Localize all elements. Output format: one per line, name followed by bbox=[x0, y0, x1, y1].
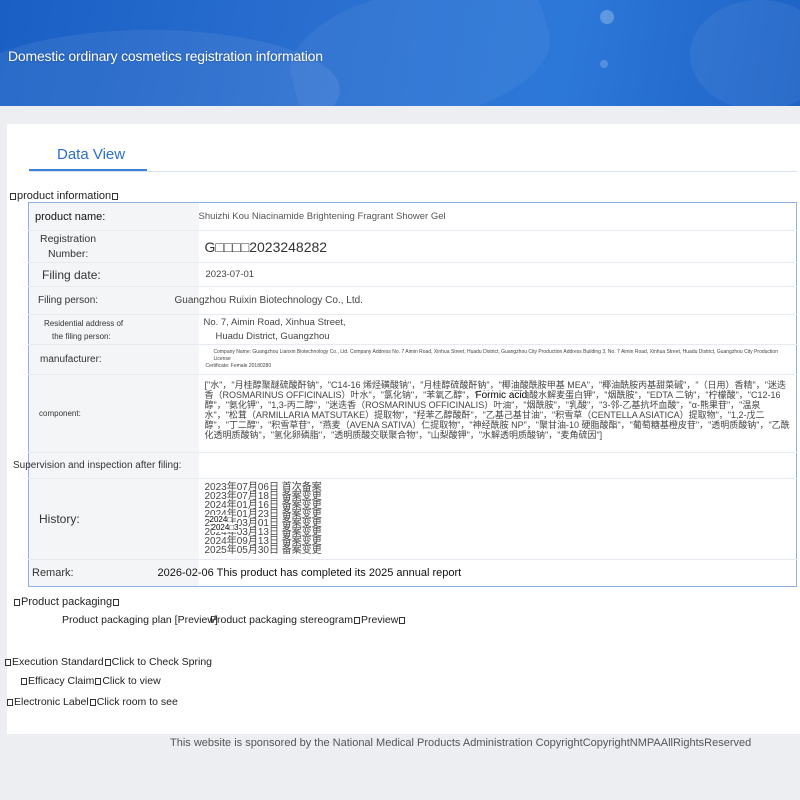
box-glyph-icon bbox=[113, 598, 120, 606]
value-remark: 2026-02-06 This product has completed it… bbox=[157, 567, 462, 579]
row-supervision: Supervision and inspection after filing: bbox=[13, 452, 797, 479]
section-label: Product packaging bbox=[21, 596, 113, 608]
execution-standard-row: Execution Standard Click to Check Spring bbox=[4, 656, 212, 668]
page-title: Domestic ordinary cosmetics registration… bbox=[8, 48, 323, 64]
box-glyph-icon bbox=[354, 616, 360, 624]
box-glyph-icon bbox=[10, 192, 16, 200]
box-glyph-icon bbox=[399, 616, 406, 624]
history-overlay-text: 2024□3 bbox=[211, 523, 239, 532]
stereogram-preview-link[interactable]: Preview bbox=[361, 614, 398, 626]
value-filing-person: Guangzhou Ruixin Biotechnology Co., Ltd. bbox=[174, 286, 773, 315]
row-residential-address: Residential address of the filing person… bbox=[28, 314, 797, 345]
product-info-table: product name: Shuizhi Kou Niacinamide Br… bbox=[13, 202, 797, 587]
execution-standard-link[interactable]: Click to Check Spring bbox=[112, 656, 212, 668]
box-glyph-icon bbox=[21, 677, 27, 685]
label-filing-person: Filing person: bbox=[28, 286, 199, 315]
label-component: component: bbox=[28, 374, 199, 453]
efficacy-claim-link[interactable]: Click to view bbox=[102, 675, 160, 687]
value-manufacturer: Company Name: Guangzhou Lianxin Biotechn… bbox=[198, 344, 797, 375]
box-glyph-icon bbox=[5, 658, 11, 666]
value-product-name: Shuizhi Kou Niacinamide Brightening Frag… bbox=[198, 202, 797, 231]
row-filing-date: Filing date: 2023-07-01 bbox=[28, 262, 797, 287]
stereogram-label: Product packaging stereogram bbox=[210, 614, 353, 626]
row-remark: Remark: 2026-02-06 This product has comp… bbox=[28, 559, 797, 587]
box-glyph-icon bbox=[104, 658, 111, 666]
section-product-information: product information bbox=[9, 190, 119, 202]
row-history: History: 2023年07月06日 首次备案 2023年07月18日 备案… bbox=[28, 478, 797, 560]
value-history: 2023年07月06日 首次备案 2023年07月18日 备案变更 2024年0… bbox=[198, 478, 797, 560]
label-history: History: bbox=[28, 478, 199, 560]
footer-copyright: This website is sponsored by the Nationa… bbox=[170, 737, 752, 749]
value-component: ["水"，"月桂醇聚醚硫酸酐钠"，"C14-16 烯烃磺酸钠"，"月桂醇硫酸酐钠… bbox=[198, 374, 797, 453]
section-label: product information bbox=[17, 190, 112, 202]
box-glyph-icon bbox=[14, 598, 20, 606]
content-card: Data View product information product na… bbox=[4, 124, 800, 734]
row-product-name: product name: Shuizhi Kou Niacinamide Br… bbox=[28, 202, 797, 231]
banner-decoration bbox=[600, 60, 608, 68]
value-residential-address: No. 7, Aimin Road, Xinhua Street, Huadu … bbox=[198, 314, 797, 345]
packaging-plan-link[interactable]: Product packaging plan [Preview] bbox=[62, 614, 218, 626]
value-filing-date: 2023-07-01 bbox=[198, 262, 797, 287]
label-filing-date: Filing date: bbox=[28, 262, 199, 287]
tab-divider bbox=[29, 171, 797, 172]
row-filing-person: Filing person: Guangzhou Ruixin Biotechn… bbox=[28, 286, 797, 315]
component-overlay-text: Formic acid bbox=[475, 390, 528, 401]
header-banner: Domestic ordinary cosmetics registration… bbox=[0, 0, 800, 106]
execution-standard-label: Execution Standard bbox=[12, 656, 104, 668]
section-product-packaging: Product packaging bbox=[13, 596, 120, 608]
label-manufacturer: manufacturer: bbox=[28, 344, 199, 375]
label-registration-number: Registration Number: bbox=[28, 230, 199, 263]
packaging-stereogram: Product packaging stereogram Preview bbox=[210, 614, 406, 626]
tab-data-view[interactable]: Data View bbox=[57, 146, 125, 163]
label-residential-address: Residential address of the filing person… bbox=[28, 314, 199, 345]
banner-decoration bbox=[690, 0, 800, 106]
box-glyph-icon bbox=[7, 698, 13, 706]
box-glyph-icon bbox=[112, 192, 119, 200]
row-component: component: ["水"，"月桂醇聚醚硫酸酐钠"，"C14-16 烯烃磺酸… bbox=[28, 374, 797, 453]
electronic-label-link[interactable]: Click room to see bbox=[97, 696, 178, 708]
electronic-label-row: Electronic Label Click room to see bbox=[6, 696, 178, 708]
efficacy-claim-row: Efficacy Claim Click to view bbox=[20, 675, 161, 687]
electronic-label-label: Electronic Label bbox=[14, 696, 89, 708]
banner-decoration bbox=[600, 10, 614, 24]
row-manufacturer: manufacturer: Company Name: Guangzhou Li… bbox=[28, 344, 797, 375]
label-product-name: product name: bbox=[28, 202, 199, 231]
row-registration-number: Registration Number: G□□□□2023248282 bbox=[28, 230, 797, 263]
history-entry: 2025年05月30日 备案变更 bbox=[204, 545, 322, 556]
label-supervision: Supervision and inspection after filing: bbox=[13, 452, 199, 479]
value-supervision bbox=[198, 452, 797, 479]
box-glyph-icon bbox=[89, 698, 96, 706]
efficacy-claim-label: Efficacy Claim bbox=[28, 675, 95, 687]
value-registration-number: G□□□□2023248282 bbox=[198, 230, 797, 263]
box-glyph-icon bbox=[95, 677, 102, 685]
